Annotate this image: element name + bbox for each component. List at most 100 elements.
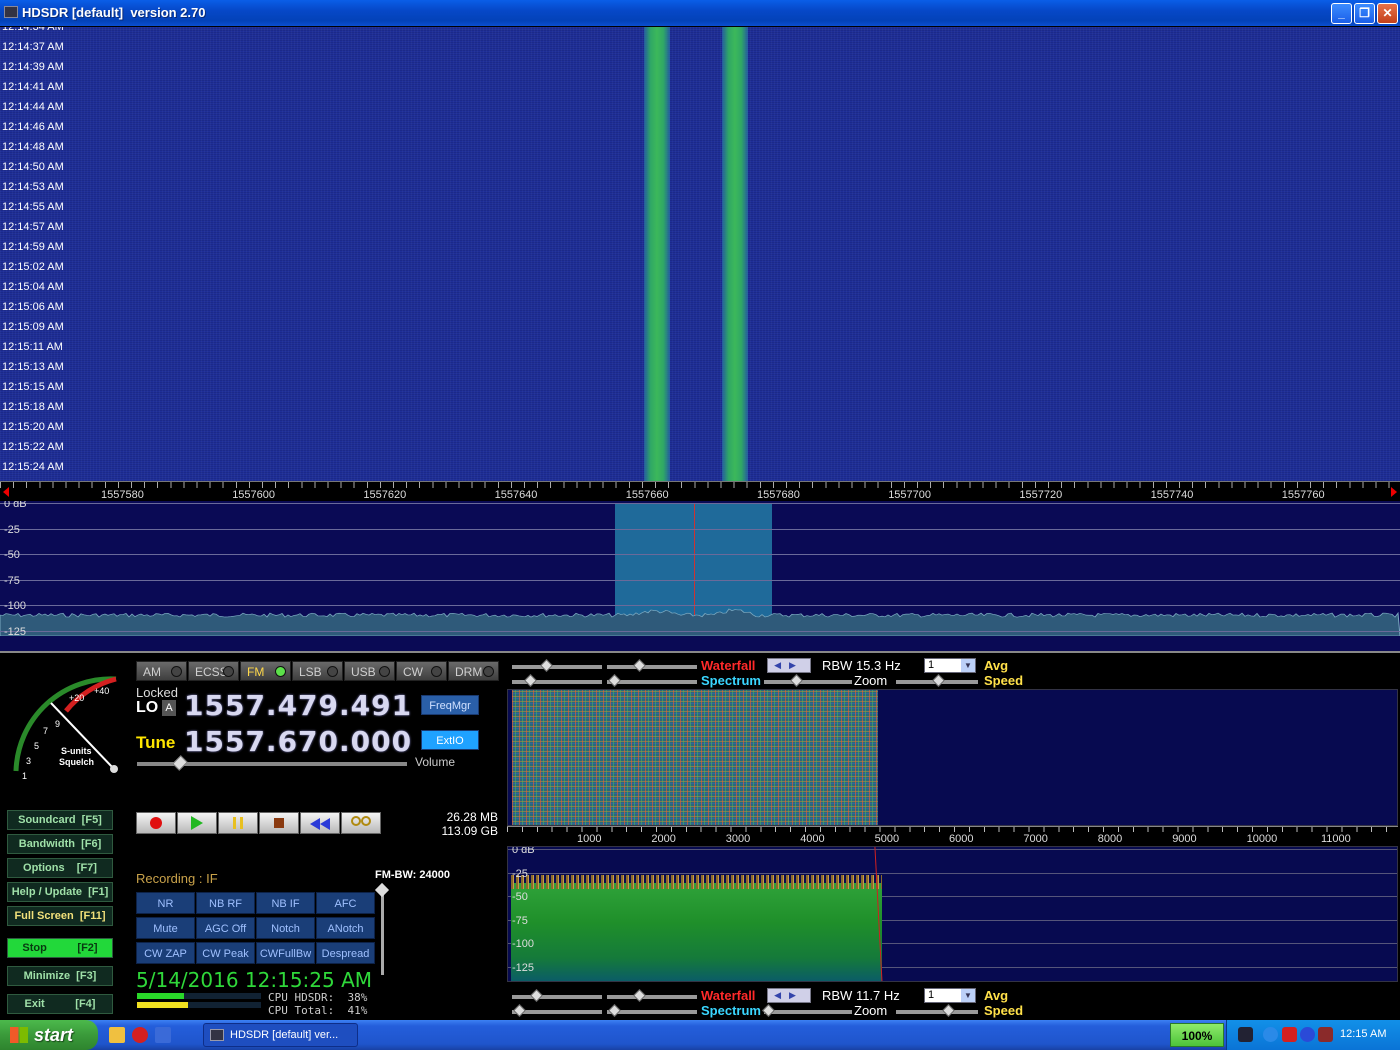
options-button[interactable]: Options [F7] [7, 858, 113, 878]
spectrum-contrast-slider-2[interactable] [512, 1004, 602, 1017]
window-title: HDSDR [default] version 2.70 [22, 5, 206, 20]
rf-spectrum[interactable]: 0 dB -25 -50 -75 -100 -125 [0, 501, 1400, 653]
bandwidth-button[interactable]: Bandwidth [F6] [7, 834, 113, 854]
record-button[interactable] [136, 812, 176, 834]
help-update-button[interactable]: Help / Update [F1] [7, 882, 113, 902]
audio-spectrum[interactable]: 0 dB -25 -50 -75 -100 -125 [507, 846, 1398, 982]
dsp-cw-zap-button[interactable]: CW ZAP [136, 942, 195, 964]
minimize-window-button[interactable]: _ [1331, 3, 1352, 24]
dsp-agc-off-button[interactable]: AGC Off [196, 917, 255, 939]
scroll-left-icon[interactable] [3, 487, 9, 497]
soundcard-button[interactable]: Soundcard [F5] [7, 810, 113, 830]
mode-button-am[interactable]: AM [136, 661, 187, 681]
mode-button-drm[interactable]: DRM [448, 661, 499, 681]
fm-bandwidth-knob[interactable] [374, 882, 390, 898]
tune-frequency-display[interactable]: 1557.670.000 [184, 725, 412, 758]
dsp-anotch-button[interactable]: ANotch [316, 917, 375, 939]
opera-icon[interactable] [132, 1027, 148, 1043]
avg-select-2[interactable]: 1 ▼ [924, 988, 976, 1003]
fm-bandwidth-slider[interactable] [374, 882, 390, 975]
slider-knob[interactable] [524, 674, 537, 687]
waterfall-time-label: 12:14:57 AM [2, 221, 64, 233]
loop-button[interactable] [341, 812, 381, 834]
slider-knob[interactable] [540, 659, 553, 672]
volume-slider[interactable] [137, 755, 407, 771]
cpu-total-fill [137, 1002, 188, 1008]
dsp-nb-rf-button[interactable]: NB RF [196, 892, 255, 914]
waterfall-brightness-slider[interactable] [607, 659, 697, 672]
audio-frequency-scale[interactable]: 1000 2000 3000 4000 5000 6000 7000 8000 9000 1000… [507, 826, 1398, 846]
minimize-button[interactable]: Minimize [F3] [7, 966, 113, 986]
speed-slider-2[interactable] [896, 1004, 978, 1017]
waterfall-contrast-slider-2[interactable] [512, 989, 602, 1002]
chevron-down-icon[interactable]: ▼ [961, 989, 975, 1002]
lo-frequency-display[interactable]: 1557.479.491 [184, 689, 412, 722]
quicklaunch-browser-icon[interactable] [155, 1027, 171, 1043]
dsp-afc-button[interactable]: AFC [316, 892, 375, 914]
stop-playback-button[interactable] [259, 812, 299, 834]
play-button[interactable] [177, 812, 217, 834]
slider-knob[interactable] [608, 1004, 621, 1017]
cpu-meters [137, 993, 261, 1011]
taskbar-hdsdr-button[interactable]: HDSDR [default] ver... [203, 1023, 358, 1047]
antivirus-icon[interactable] [1282, 1027, 1297, 1042]
recording-size-mb: 26.28 MB [446, 810, 498, 824]
zoom-slider-2[interactable] [762, 1004, 852, 1017]
full-screen-button[interactable]: Full Screen [F11] [7, 906, 113, 926]
slider-knob[interactable] [932, 674, 945, 687]
mode-button-cw[interactable]: CW [396, 661, 447, 681]
exit-button[interactable]: Exit [F4] [7, 994, 113, 1014]
bluetooth-icon[interactable] [1300, 1027, 1315, 1042]
slider-knob[interactable] [530, 989, 543, 1002]
frequency-scale[interactable]: 1557580 1557600 1557620 1557640 1557660 15576… [0, 481, 1400, 501]
speed-slider[interactable] [896, 674, 978, 687]
start-button[interactable]: start [0, 1020, 98, 1050]
dsp-cwfullbw-button[interactable]: CWFullBw [256, 942, 315, 964]
waterfall-contrast-slider[interactable] [512, 659, 602, 672]
tray-app-icon[interactable] [1318, 1027, 1333, 1042]
slider-knob[interactable] [762, 1004, 775, 1017]
rewind-button[interactable] [300, 812, 340, 834]
cpu-total-meter [137, 1002, 261, 1008]
audio-frequency-label: 7000 [1023, 833, 1048, 845]
pause-button[interactable] [218, 812, 258, 834]
scroll-right-icon[interactable] [1391, 487, 1397, 497]
mode-button-usb[interactable]: USB [344, 661, 395, 681]
dsp-mute-button[interactable]: Mute [136, 917, 195, 939]
power-plug-icon[interactable] [1238, 1027, 1253, 1042]
rbw-arrows-2[interactable]: ◀▶ [767, 988, 811, 1003]
dsp-nb-if-button[interactable]: NB IF [256, 892, 315, 914]
main-waterfall[interactable]: 12:14:34 AM 12:14:37 AM 12:14:39 AM 12:14:4… [0, 27, 1400, 481]
waterfall-brightness-slider-2[interactable] [607, 989, 697, 1002]
slider-knob[interactable] [513, 1004, 526, 1017]
audio-waterfall[interactable] [507, 689, 1398, 826]
mode-button-ecss[interactable]: ECSS [188, 661, 239, 681]
dsp-despread-button[interactable]: Despread [316, 942, 375, 964]
zoom-badge[interactable]: 100% [1170, 1023, 1224, 1047]
restore-window-button[interactable]: ❐ [1354, 3, 1375, 24]
back-arrow-icon[interactable] [1263, 1027, 1278, 1042]
dsp-nr-button[interactable]: NR [136, 892, 195, 914]
mode-button-lsb[interactable]: LSB [292, 661, 343, 681]
slider-knob[interactable] [633, 989, 646, 1002]
slider-knob[interactable] [790, 674, 803, 687]
spectrum-contrast-slider[interactable] [512, 674, 602, 687]
spectrum-brightness-slider[interactable] [607, 674, 697, 687]
lo-badge[interactable]: A [162, 700, 176, 716]
quicklaunch-app-icon[interactable] [109, 1027, 125, 1043]
extio-button[interactable]: ExtIO [421, 730, 479, 750]
close-window-button[interactable]: ✕ [1377, 3, 1398, 24]
slider-knob[interactable] [608, 674, 621, 687]
rbw-arrows[interactable]: ◀▶ [767, 658, 811, 673]
mode-button-fm[interactable]: FM [240, 661, 291, 681]
slider-knob[interactable] [633, 659, 646, 672]
dsp-notch-button[interactable]: Notch [256, 917, 315, 939]
spectrum-brightness-slider-2[interactable] [607, 1004, 697, 1017]
dsp-cw-peak-button[interactable]: CW Peak [196, 942, 255, 964]
chevron-down-icon[interactable]: ▼ [961, 659, 975, 672]
freqmgr-button[interactable]: FreqMgr [421, 695, 479, 715]
stop-button[interactable]: Stop [F2] [7, 938, 113, 958]
avg-select[interactable]: 1 ▼ [924, 658, 976, 673]
slider-knob[interactable] [942, 1004, 955, 1017]
zoom-slider[interactable] [764, 674, 852, 687]
